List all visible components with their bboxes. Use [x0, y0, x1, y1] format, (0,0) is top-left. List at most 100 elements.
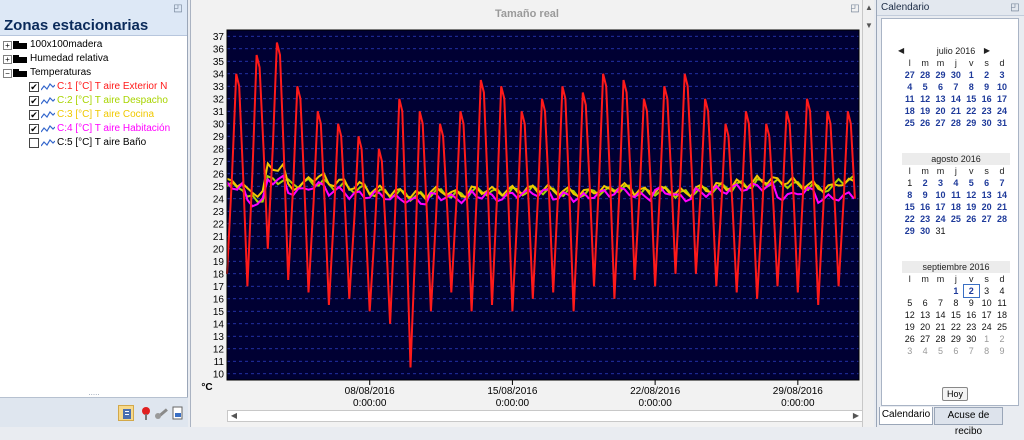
- calendar-day[interactable]: 11: [994, 297, 1009, 309]
- calendar-day[interactable]: 3: [994, 69, 1009, 81]
- calendar-day[interactable]: 18: [994, 309, 1009, 321]
- calendar-day[interactable]: 27: [917, 333, 932, 345]
- tree-node-humedad[interactable]: + Humedad relativa: [0, 52, 188, 66]
- calendar-day[interactable]: 14: [948, 93, 963, 105]
- calendar-day[interactable]: [994, 225, 1009, 237]
- calendar-day[interactable]: 15: [948, 309, 963, 321]
- calendar-day[interactable]: 13: [979, 189, 994, 201]
- calendar-day[interactable]: [933, 285, 948, 297]
- calendar-day[interactable]: 28: [948, 117, 963, 129]
- calendar-day[interactable]: 30: [917, 225, 932, 237]
- next-month-icon[interactable]: ▶: [984, 45, 990, 57]
- calendar-day[interactable]: 15: [964, 93, 979, 105]
- channel-item[interactable]: ✔ C:3 [°C] T aire Cocina: [0, 108, 188, 122]
- calendar-day[interactable]: 6: [979, 177, 994, 189]
- calendar-day[interactable]: 14: [933, 309, 948, 321]
- expand-icon[interactable]: +: [3, 55, 12, 64]
- calendar-day[interactable]: 2: [917, 177, 932, 189]
- calendar-day[interactable]: [902, 285, 917, 297]
- calendar-day[interactable]: [964, 225, 979, 237]
- calendar-day[interactable]: 16: [964, 309, 979, 321]
- calendar-day[interactable]: 23: [964, 321, 979, 333]
- calendar-day[interactable]: 22: [948, 321, 963, 333]
- calendar-day[interactable]: 21: [994, 201, 1009, 213]
- calendar-day[interactable]: 9: [917, 189, 932, 201]
- calendar-day[interactable]: 13: [917, 309, 932, 321]
- calendar-day[interactable]: 3: [933, 177, 948, 189]
- calendar-day[interactable]: 6: [917, 297, 932, 309]
- calendar-day[interactable]: 25: [994, 321, 1009, 333]
- calendar-day[interactable]: 5: [933, 345, 948, 357]
- calendar-day[interactable]: 1: [979, 333, 994, 345]
- calendar-day[interactable]: 8: [964, 81, 979, 93]
- calendar-day[interactable]: 6: [933, 81, 948, 93]
- channel-item[interactable]: ✔ C:1 [°C] T aire Exterior N: [0, 80, 188, 94]
- calendar-day[interactable]: 23: [917, 213, 932, 225]
- calendar-day[interactable]: 1: [948, 285, 963, 297]
- pin-icon[interactable]: ◰: [172, 3, 184, 15]
- pin-icon[interactable]: ◰: [849, 3, 861, 15]
- calendar-day[interactable]: 11: [902, 93, 917, 105]
- calendar-day[interactable]: 3: [979, 285, 994, 297]
- calendar-day[interactable]: 21: [948, 105, 963, 117]
- calendar-day[interactable]: 3: [902, 345, 917, 357]
- pin-icon[interactable]: ◰: [1009, 2, 1021, 14]
- calendar-day[interactable]: 2: [962, 284, 980, 298]
- calendar-day[interactable]: 19: [964, 201, 979, 213]
- calendar-day[interactable]: 20: [979, 201, 994, 213]
- calendar-day[interactable]: 17: [933, 201, 948, 213]
- wrench-icon[interactable]: [154, 405, 170, 421]
- calendar-day[interactable]: 11: [948, 189, 963, 201]
- scroll-down-icon[interactable]: ▼: [863, 20, 875, 32]
- calendar-day[interactable]: 1: [964, 69, 979, 81]
- calendar-day[interactable]: 17: [994, 93, 1009, 105]
- channel-checkbox[interactable]: ✔: [29, 96, 39, 106]
- calendar-day[interactable]: 9: [994, 345, 1009, 357]
- calendar-day[interactable]: 29: [948, 333, 963, 345]
- calendar-day[interactable]: 28: [917, 69, 932, 81]
- calendar-day[interactable]: 16: [917, 201, 932, 213]
- calendar-day[interactable]: 4: [994, 285, 1009, 297]
- calendar-day[interactable]: 8: [948, 297, 963, 309]
- calendar-day[interactable]: 24: [994, 105, 1009, 117]
- calendar-day[interactable]: 26: [902, 333, 917, 345]
- prev-month-icon[interactable]: ◀: [898, 45, 904, 57]
- calendar-day[interactable]: 27: [902, 69, 917, 81]
- calendar-day[interactable]: 24: [933, 213, 948, 225]
- today-button[interactable]: Hoy: [942, 387, 968, 401]
- channel-checkbox[interactable]: ✔: [29, 110, 39, 120]
- scroll-up-icon[interactable]: ▲: [863, 2, 875, 14]
- calendar-day[interactable]: 25: [948, 213, 963, 225]
- calendar-day[interactable]: 30: [979, 117, 994, 129]
- tab-calendario[interactable]: Calendario: [879, 407, 933, 425]
- calendar-day[interactable]: 4: [948, 177, 963, 189]
- calendar-day[interactable]: 2: [979, 69, 994, 81]
- calendar-day[interactable]: 7: [994, 177, 1009, 189]
- calendar-day[interactable]: 26: [917, 117, 932, 129]
- channel-item[interactable]: ✔ C:4 [°C] T aire Habitación: [0, 122, 188, 136]
- calendar-day[interactable]: 9: [979, 81, 994, 93]
- calendar-day[interactable]: 20: [933, 105, 948, 117]
- calendar-day[interactable]: 19: [917, 105, 932, 117]
- calendar-day[interactable]: 2: [994, 333, 1009, 345]
- calendar-day[interactable]: 12: [902, 309, 917, 321]
- calendar-day[interactable]: 19: [902, 321, 917, 333]
- marker-icon[interactable]: [138, 405, 154, 421]
- tree-node-temperaturas[interactable]: − Temperaturas: [0, 66, 188, 80]
- channel-item[interactable]: ✔ C:2 [°C] T aire Despacho: [0, 94, 188, 108]
- horizontal-scrollbar[interactable]: ◀ ▶: [227, 410, 863, 422]
- calendar-day[interactable]: 28: [994, 213, 1009, 225]
- calendar-day[interactable]: [979, 225, 994, 237]
- calendar-day[interactable]: 13: [933, 93, 948, 105]
- calendar-day[interactable]: 27: [933, 117, 948, 129]
- calendar-day[interactable]: [917, 285, 932, 297]
- calendar-day[interactable]: 24: [979, 321, 994, 333]
- calendar-day[interactable]: 10: [994, 81, 1009, 93]
- calendar-day[interactable]: 31: [994, 117, 1009, 129]
- calendar-day[interactable]: 30: [948, 69, 963, 81]
- calendar-day[interactable]: 31: [933, 225, 948, 237]
- calendar-day[interactable]: 16: [979, 93, 994, 105]
- calendar-day[interactable]: 17: [979, 309, 994, 321]
- calendar-day[interactable]: 5: [902, 297, 917, 309]
- calendar-day[interactable]: 8: [902, 189, 917, 201]
